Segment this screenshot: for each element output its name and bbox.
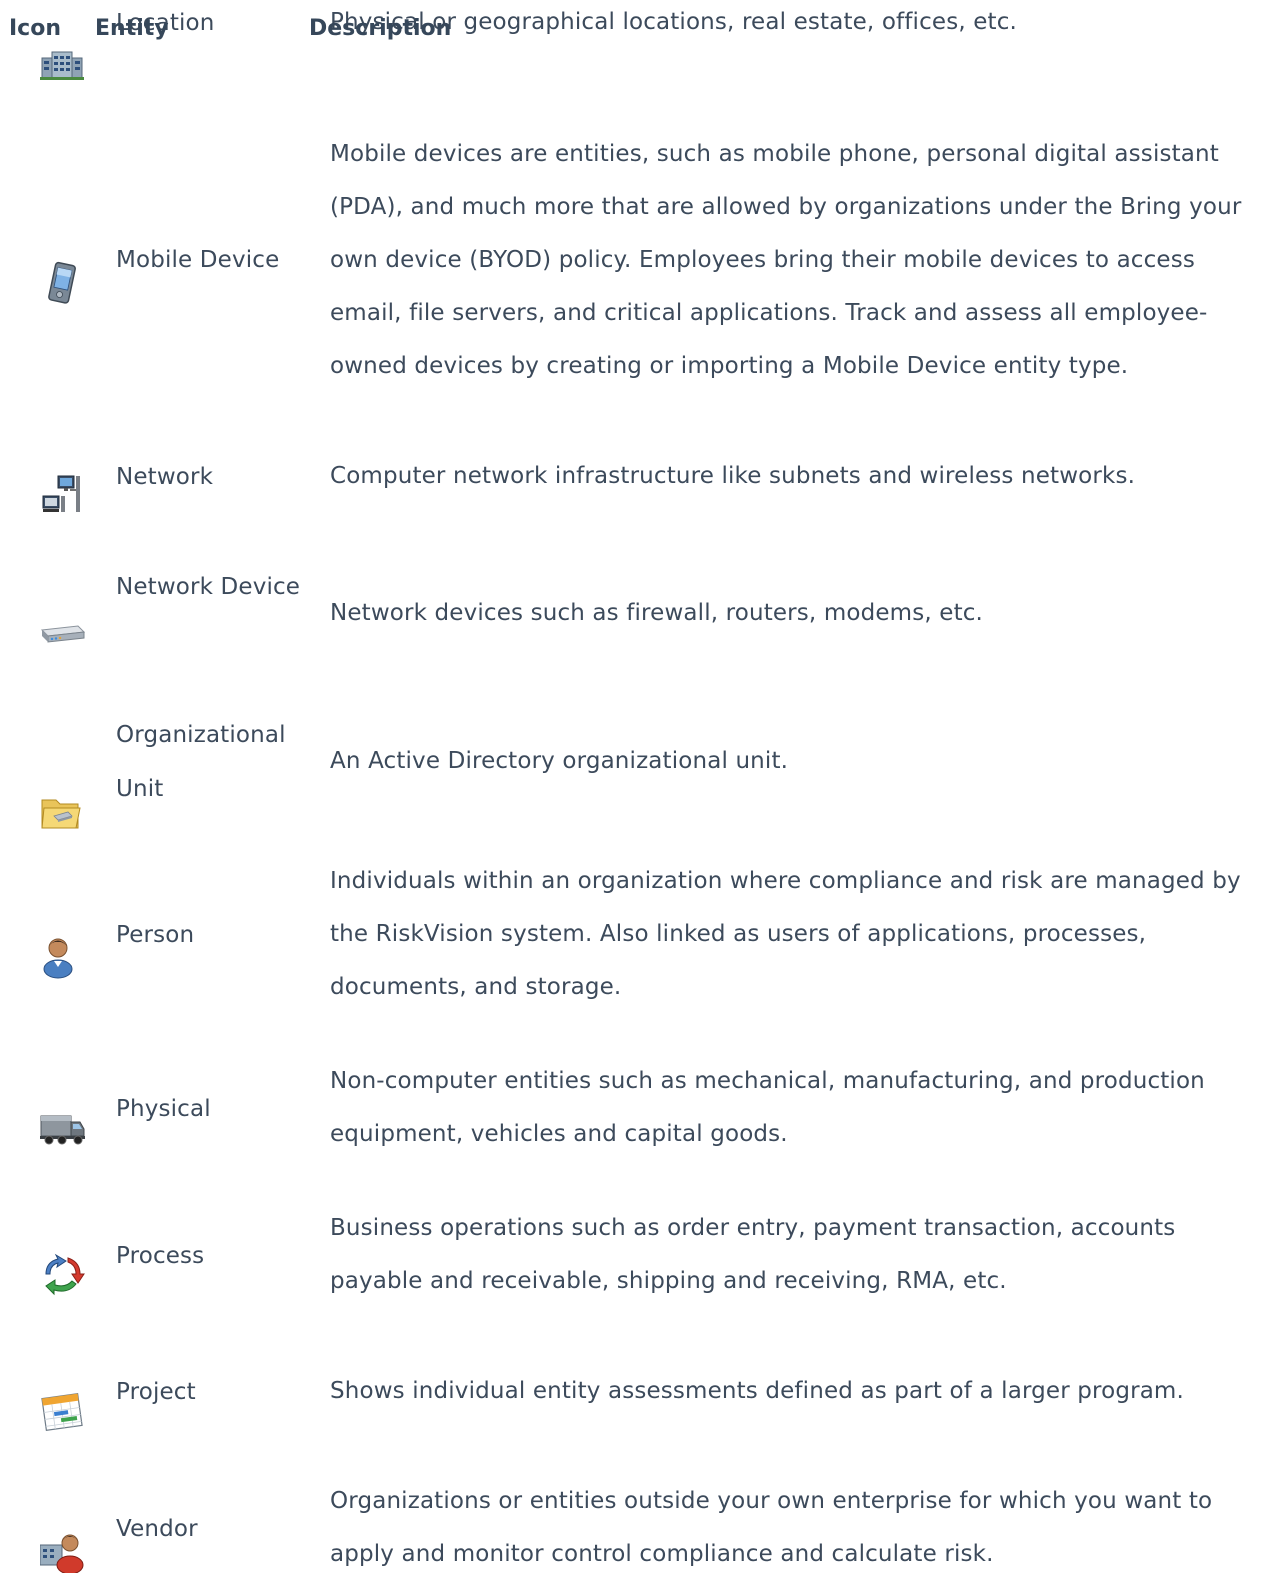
entity-description: An Active Directory organizational unit.: [330, 748, 789, 774]
truck-icon: [40, 1106, 86, 1152]
network-device-icon: [40, 612, 86, 658]
entity-name: Physical: [116, 1096, 211, 1122]
entity-name: Network: [116, 464, 214, 490]
entity-description: Computer network infrastructure like sub…: [330, 463, 1136, 489]
network-icon: [40, 472, 86, 518]
process-cycle-icon: [40, 1252, 86, 1298]
table-row: Organizational Unit An Active Directory …: [0, 708, 1265, 829]
table-row: Network Computer network infrastructure …: [0, 450, 1265, 512]
entity-description: Non-computer entities such as mechanical…: [330, 1068, 1205, 1147]
entity-description: Network devices such as firewall, router…: [330, 600, 984, 626]
entity-name: Person: [116, 922, 195, 948]
mobile-device-icon: [40, 260, 86, 306]
entity-description: Business operations such as order entry,…: [330, 1215, 1176, 1294]
building-icon: [40, 44, 86, 90]
person-icon: [40, 933, 86, 979]
folder-icon: [40, 794, 86, 840]
table-row: Location Physical or geographical locati…: [0, 0, 1265, 80]
entity-description: Mobile devices are entities, such as mob…: [330, 141, 1242, 379]
project-calendar-icon: [40, 1390, 86, 1436]
entity-description: Organizations or entities outside your o…: [330, 1488, 1213, 1567]
column-header-description: Description: [309, 16, 452, 41]
entity-name: Vendor: [116, 1516, 198, 1542]
column-header-entity: Entity: [95, 16, 169, 41]
table-row: Project Shows individual entity assessme…: [0, 1365, 1265, 1432]
table-row: Physical Non-computer entities such as m…: [0, 1055, 1265, 1165]
entity-name: Organizational Unit: [116, 722, 286, 802]
entity-name: Process: [116, 1243, 205, 1269]
table-row: Network Device Network devices such as f…: [0, 560, 1265, 670]
entity-description: Shows individual entity assessments defi…: [330, 1378, 1184, 1404]
entity-description: Physical or geographical locations, real…: [330, 9, 1017, 35]
table-row: Mobile Device Mobile devices are entitie…: [0, 128, 1265, 393]
column-header-icon: Icon: [9, 16, 62, 41]
table-row: Process Business operations such as orde…: [0, 1202, 1265, 1312]
entity-name: Network Device: [116, 574, 301, 600]
entity-description: Individuals within an organization where…: [330, 868, 1241, 1000]
table-row: Person Individuals within an organizatio…: [0, 855, 1265, 1015]
entity-name: Mobile Device: [116, 247, 280, 273]
vendor-icon: [40, 1527, 86, 1573]
table-row: Vendor Organizations or entities outside…: [0, 1475, 1265, 1585]
entity-name: Project: [116, 1379, 196, 1405]
